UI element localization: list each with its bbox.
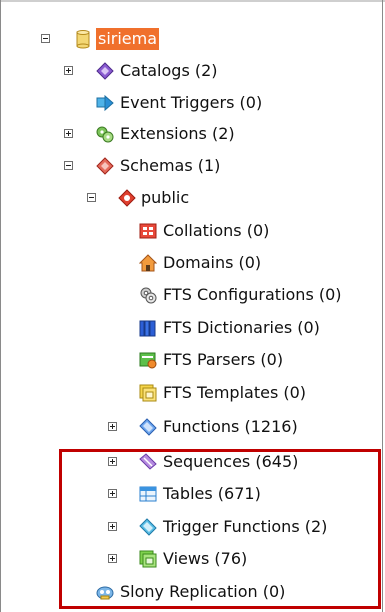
fts-parsers-icon xyxy=(139,351,157,369)
schema-public-icon xyxy=(118,189,136,207)
functions-icon xyxy=(139,418,157,436)
tree-node-label: Event Triggers (0) xyxy=(120,93,263,112)
tree-node-label: Catalogs (2) xyxy=(120,61,218,80)
expand-icon[interactable] xyxy=(108,522,117,531)
tree-node-domains[interactable]: Domains (0) xyxy=(0,248,380,278)
tree-node-slony-replication[interactable]: Slony Replication (0) xyxy=(0,577,380,607)
tree-node-tables[interactable]: Tables (671) xyxy=(0,479,380,509)
tree-node-label: siriema xyxy=(96,28,160,50)
fts-templates-icon xyxy=(139,384,157,402)
tree-node-label: public xyxy=(141,188,190,207)
tree-node-trigger-functions[interactable]: Trigger Functions (2) xyxy=(0,512,380,542)
tree-node-label: Trigger Functions (2) xyxy=(163,517,328,536)
collapse-icon[interactable] xyxy=(87,193,96,202)
tree-node-fts-parsers[interactable]: FTS Parsers (0) xyxy=(0,345,380,375)
tree-node-label: Views (76) xyxy=(163,549,248,568)
expand-icon[interactable] xyxy=(108,489,117,498)
expand-icon[interactable] xyxy=(108,457,117,466)
sequences-icon xyxy=(139,453,157,471)
tree-node-label: FTS Configurations (0) xyxy=(163,285,342,304)
tree-node-fts-configurations[interactable]: FTS Configurations (0) xyxy=(0,280,380,310)
domains-icon xyxy=(138,254,158,272)
slony-replication-icon xyxy=(96,583,114,601)
tree-node-label: Extensions (2) xyxy=(120,124,235,143)
tree-node-fts-dictionaries[interactable]: FTS Dictionaries (0) xyxy=(0,313,380,343)
expand-icon[interactable] xyxy=(108,422,117,431)
tree-node-label: Domains (0) xyxy=(163,253,262,272)
tree-node-views[interactable]: Views (76) xyxy=(0,544,380,574)
fts-dictionaries-icon xyxy=(139,319,157,337)
tree-node-schemas[interactable]: Schemas (1) xyxy=(0,151,380,181)
collations-icon xyxy=(139,222,157,240)
extensions-icon xyxy=(96,125,114,143)
tree-node-label: Sequences (645) xyxy=(163,452,299,471)
tree-node-label: Functions (1216) xyxy=(163,417,298,436)
tree-node-event-triggers[interactable]: Event Triggers (0) xyxy=(0,88,380,118)
tree-node-public[interactable]: public xyxy=(0,183,380,213)
event-triggers-icon xyxy=(96,94,114,112)
tree-node-catalogs[interactable]: Catalogs (2) xyxy=(0,56,380,86)
tree-node-functions[interactable]: Functions (1216) xyxy=(0,412,380,442)
fts-configurations-icon xyxy=(139,286,157,304)
views-icon xyxy=(139,550,157,568)
top-border xyxy=(0,0,385,2)
collapse-icon[interactable] xyxy=(41,34,50,43)
tree-node-label: Schemas (1) xyxy=(120,156,221,175)
collapse-icon[interactable] xyxy=(64,161,73,170)
tree-node-label: Slony Replication (0) xyxy=(120,582,286,601)
tree-node-fts-templates[interactable]: FTS Templates (0) xyxy=(0,378,380,408)
tree-node-label: Tables (671) xyxy=(163,484,261,503)
expand-icon[interactable] xyxy=(108,554,117,563)
catalogs-icon xyxy=(96,62,114,80)
tree-node-collations[interactable]: Collations (0) xyxy=(0,216,380,246)
schemas-icon xyxy=(96,157,114,175)
tree-node-extensions[interactable]: Extensions (2) xyxy=(0,119,380,149)
tree-node-label: Collations (0) xyxy=(163,221,270,240)
expand-icon[interactable] xyxy=(64,129,73,138)
tree-node-siriema[interactable]: siriema xyxy=(0,24,380,54)
tree-node-sequences[interactable]: Sequences (645) xyxy=(0,447,380,477)
tree-node-label: FTS Templates (0) xyxy=(163,383,307,402)
tree-node-label: FTS Dictionaries (0) xyxy=(163,318,320,337)
right-border xyxy=(382,0,383,612)
trigger-functions-icon xyxy=(139,518,157,536)
tables-icon xyxy=(139,485,157,503)
database-icon xyxy=(74,29,92,49)
expand-icon[interactable] xyxy=(64,66,73,75)
tree-node-label: FTS Parsers (0) xyxy=(163,350,284,369)
